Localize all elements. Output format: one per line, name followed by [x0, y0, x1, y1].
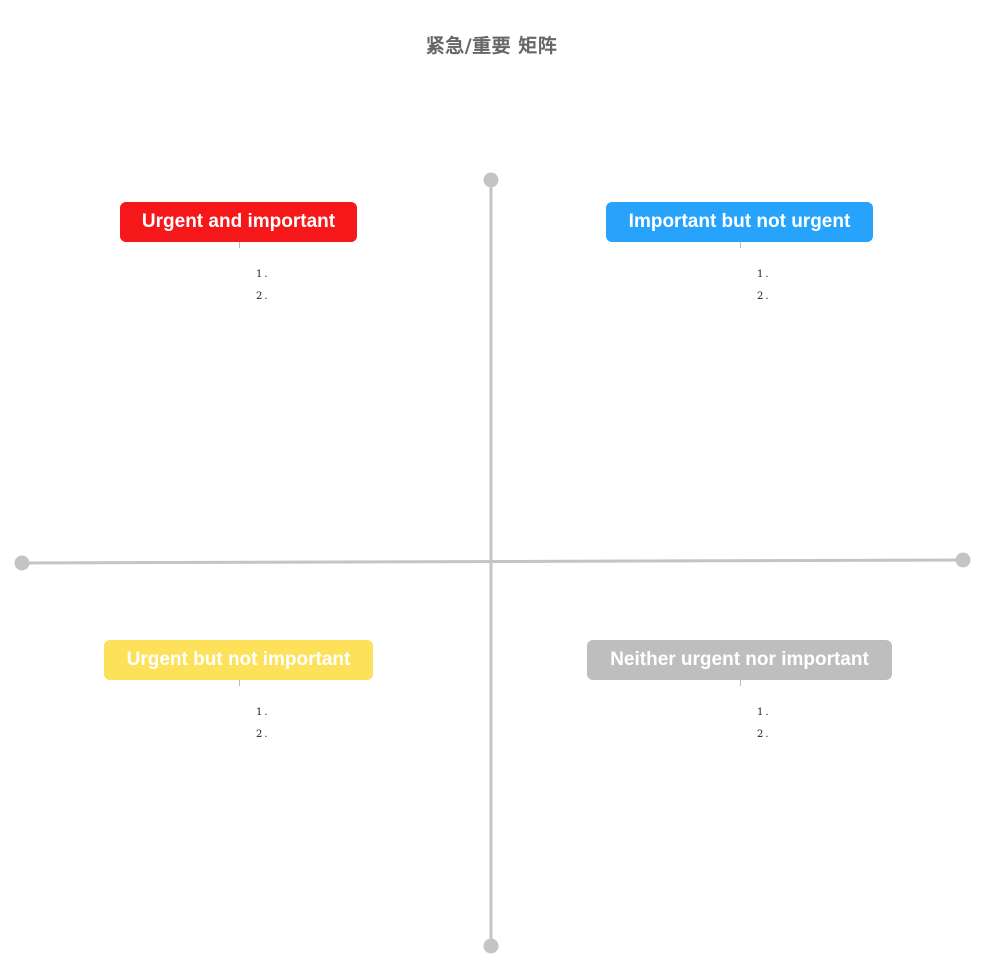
task-list-important-not-urgent: 1. 2. — [757, 264, 771, 308]
list-item[interactable]: 2. — [256, 286, 270, 308]
list-item[interactable]: 2. — [757, 286, 771, 308]
list-item[interactable]: 1. — [757, 702, 771, 724]
connector-tick — [239, 680, 240, 686]
list-item[interactable]: 1. — [256, 702, 270, 724]
horizontal-axis-left-endpoint — [14, 555, 30, 571]
horizontal-axis — [21, 558, 964, 565]
vertical-axis-top-endpoint — [483, 172, 499, 188]
vertical-axis-bottom-endpoint — [483, 938, 499, 954]
task-list-neither: 1. 2. — [757, 702, 771, 746]
list-item[interactable]: 1. — [256, 264, 270, 286]
connector-tick — [740, 242, 741, 248]
connector-tick — [239, 242, 240, 248]
label-important-but-not-urgent[interactable]: Important but not urgent — [606, 202, 873, 242]
label-neither-urgent-nor-important[interactable]: Neither urgent nor important — [587, 640, 892, 680]
connector-tick — [740, 680, 741, 686]
label-urgent-but-not-important[interactable]: Urgent but not important — [104, 640, 373, 680]
list-item[interactable]: 1. — [757, 264, 771, 286]
task-list-urgent-not-important: 1. 2. — [256, 702, 270, 746]
matrix-axes — [14, 172, 971, 954]
task-list-urgent-important: 1. 2. — [256, 264, 270, 308]
list-item[interactable]: 2. — [256, 724, 270, 746]
list-item[interactable]: 2. — [757, 724, 771, 746]
horizontal-axis-right-endpoint — [955, 552, 971, 568]
label-urgent-and-important[interactable]: Urgent and important — [120, 202, 357, 242]
